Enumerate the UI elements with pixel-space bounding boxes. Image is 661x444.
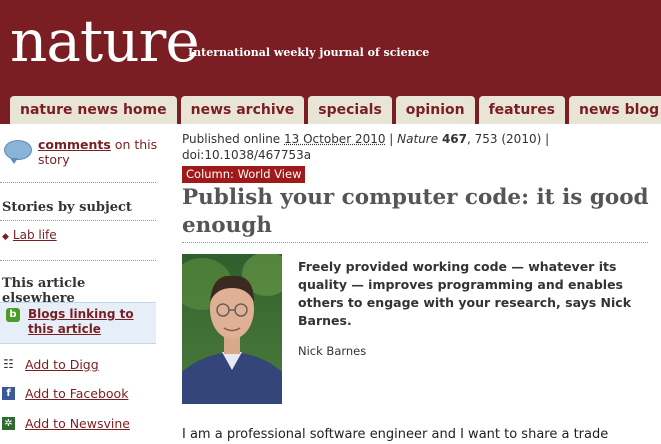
tab-specials[interactable]: specials — [308, 96, 392, 124]
subject-item: ◆ Lab life — [2, 228, 57, 242]
separator: | — [385, 132, 398, 146]
digg-icon: ☷ — [3, 357, 14, 371]
published-prefix: Published online — [182, 132, 285, 146]
author-photo — [182, 254, 282, 404]
speech-bubble-icon — [4, 140, 32, 164]
share-facebook-label: Add to Facebook — [25, 386, 129, 401]
facebook-icon: f — [2, 387, 15, 400]
doi: doi:10.1038/467753a — [182, 148, 312, 162]
tab-news-archive[interactable]: news archive — [180, 96, 305, 124]
portrait-illustration — [182, 254, 282, 404]
share-newsvine-label: Add to Newsvine — [25, 416, 130, 431]
nav-tabs: nature news home news archive specials o… — [10, 96, 661, 124]
divider — [0, 182, 156, 183]
blogs-icon: b — [6, 308, 20, 322]
comments-block: comments on this story — [2, 132, 158, 168]
article-headline: Publish your computer code: it is good e… — [182, 185, 649, 238]
column-badge[interactable]: Column: World View — [182, 166, 306, 183]
pages-year: , 753 (2010) | — [467, 132, 550, 146]
tab-nature-news-home[interactable]: nature news home — [10, 96, 177, 124]
nature-logo[interactable]: nature — [10, 6, 200, 76]
publication-info: Published online 13 October 2010 | Natur… — [182, 131, 652, 163]
divider — [0, 260, 156, 261]
lab-life-link[interactable]: Lab life — [13, 228, 57, 242]
newsvine-icon: ✲ — [2, 417, 15, 430]
share-newsvine[interactable]: ✲ Add to Newsvine — [2, 415, 130, 431]
published-date: 13 October 2010 — [284, 132, 386, 146]
left-sidebar: comments on this story Stories by subjec… — [0, 124, 158, 442]
stories-heading: Stories by subject — [2, 200, 132, 215]
bullet-icon: ◆ — [2, 232, 9, 242]
tab-features[interactable]: features — [478, 96, 566, 124]
tab-news-blog[interactable]: news blog — [569, 96, 661, 124]
divider — [182, 242, 648, 243]
blogs-link[interactable]: Blogs linking to this article — [28, 307, 152, 337]
comments-text: comments on this story — [38, 137, 158, 167]
article: Published online 13 October 2010 | Natur… — [182, 124, 652, 442]
author-name: Nick Barnes — [298, 344, 367, 358]
volume: 467 — [441, 132, 468, 146]
comments-link[interactable]: comments — [38, 137, 111, 152]
share-facebook[interactable]: f Add to Facebook — [2, 385, 128, 401]
masthead: nature International weekly journal of s… — [0, 0, 661, 124]
article-body: I am a professional software engineer an… — [182, 427, 609, 442]
standfirst: Freely provided working code — whatever … — [298, 259, 632, 328]
tab-opinion[interactable]: opinion — [395, 96, 475, 124]
blogs-box: b Blogs linking to this article — [0, 302, 156, 344]
share-digg-label: Add to Digg — [25, 357, 99, 372]
journal-name: Nature — [397, 132, 439, 146]
tagline: International weekly journal of science — [188, 46, 430, 59]
divider — [0, 220, 156, 221]
share-digg[interactable]: ☷ Add to Digg — [2, 356, 99, 372]
